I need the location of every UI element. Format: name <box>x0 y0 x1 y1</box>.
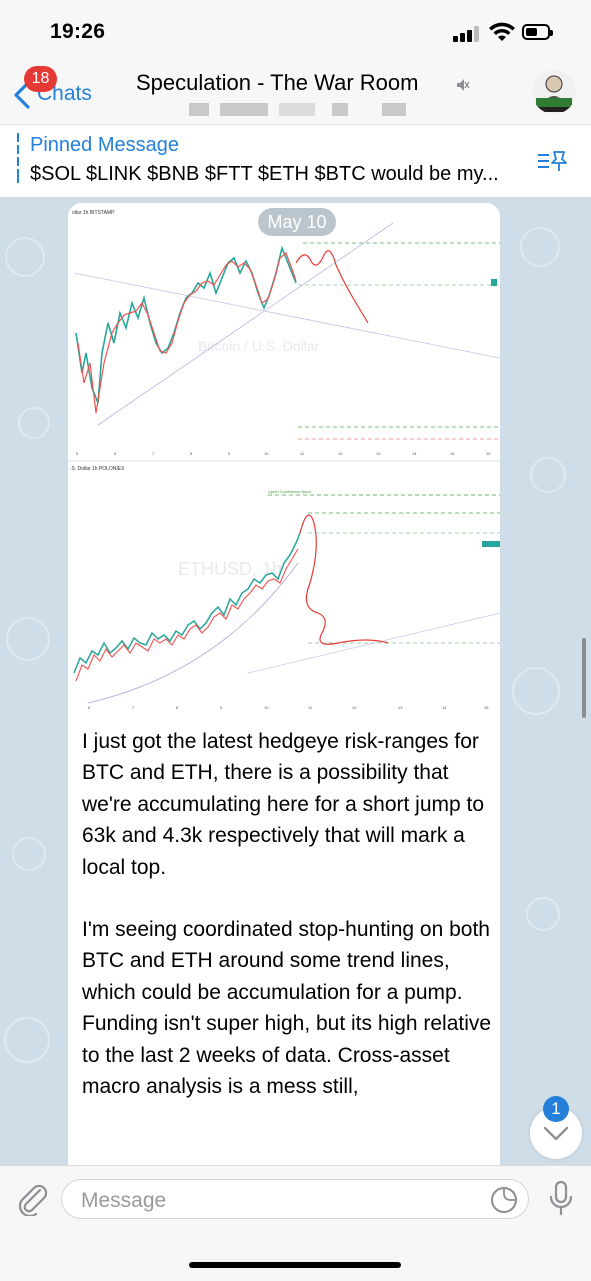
message-paragraph: I just got the latest hedgeye risk-range… <box>82 730 485 879</box>
chart-header-bottom: .S. Dollar 1h POLONIEX <box>70 466 125 472</box>
tick-bottom: 15 <box>484 705 489 710</box>
unread-mentions-badge: 1 <box>543 1096 569 1122</box>
message-text: I just got the latest hedgeye risk-range… <box>82 726 492 1133</box>
tick-top: 15 <box>450 451 455 456</box>
blurred-subtitle <box>332 103 348 116</box>
blurred-subtitle <box>382 103 406 116</box>
eth-chart: .S. Dollar 1h POLONIEX ETHUSD, 1h Upper … <box>70 466 500 710</box>
blurred-subtitle <box>189 103 209 116</box>
message-paragraph: I'm seeing coordinated stop-hunting on b… <box>82 918 492 1099</box>
message-input[interactable] <box>79 1188 473 1214</box>
date-pill: May 10 <box>258 208 336 236</box>
home-indicator <box>189 1262 401 1268</box>
message-field[interactable] <box>61 1179 529 1219</box>
wifi-icon <box>489 22 515 41</box>
attach-icon[interactable] <box>16 1182 48 1216</box>
group-avatar[interactable] <box>532 70 576 114</box>
tick-bottom: 11 <box>308 705 313 710</box>
status-time: 19:26 <box>50 20 106 43</box>
tick-bottom: 6 <box>88 705 91 710</box>
scrollbar[interactable] <box>582 638 586 718</box>
pinned-indicator <box>17 133 19 189</box>
blurred-subtitle <box>220 103 268 116</box>
tick-bottom: 10 <box>264 705 269 710</box>
pinned-list-icon[interactable] <box>537 149 569 175</box>
chart-header-top: ollar 1h BITSTAMP <box>72 210 115 216</box>
unread-badge: 18 <box>24 66 57 92</box>
tick-top: 14 <box>412 451 417 456</box>
pinned-message-bar[interactable]: Pinned Message $SOL $LINK $BNB $FTT $ETH… <box>0 124 591 198</box>
cellular-signal-icon <box>453 26 481 42</box>
tick-bottom: 13 <box>398 705 403 710</box>
chart-image[interactable]: ollar 1h BITSTAMP Bitcoin / U.S. Dollar … <box>68 203 500 713</box>
mic-icon[interactable] <box>547 1180 575 1218</box>
tick-top: 13 <box>376 451 381 456</box>
tick-bottom: 9 <box>220 705 223 710</box>
btc-chart: ollar 1h BITSTAMP Bitcoin / U.S. Dollar … <box>72 207 500 457</box>
tick-bottom: 14 <box>442 705 447 710</box>
chart-watermark-top: Bitcoin / U.S. Dollar <box>198 338 320 354</box>
sticker-icon[interactable] <box>490 1186 518 1214</box>
tick-top: 16 <box>486 451 491 456</box>
chart-band-label: Upper Confidence Band <box>268 489 311 494</box>
chart-watermark-bottom: ETHUSD, 1h <box>178 559 282 579</box>
tick-bottom: 8 <box>176 705 179 710</box>
pinned-title: Pinned Message <box>30 134 179 156</box>
mute-icon <box>457 79 470 91</box>
tick-top: 10 <box>264 451 269 456</box>
tick-bottom: 12 <box>352 705 357 710</box>
tick-bottom: 7 <box>132 705 135 710</box>
tick-top: 12 <box>338 451 343 456</box>
pinned-text: $SOL $LINK $BNB $FTT $ETH $BTC would be … <box>30 163 499 185</box>
chat-title[interactable]: Speculation - The War Room <box>136 70 418 96</box>
status-bar: 19:26 <box>0 0 591 66</box>
blurred-subtitle <box>279 103 315 116</box>
battery-icon <box>522 24 553 40</box>
chat-header: Chats 18 Speculation - The War Room <box>0 66 591 124</box>
